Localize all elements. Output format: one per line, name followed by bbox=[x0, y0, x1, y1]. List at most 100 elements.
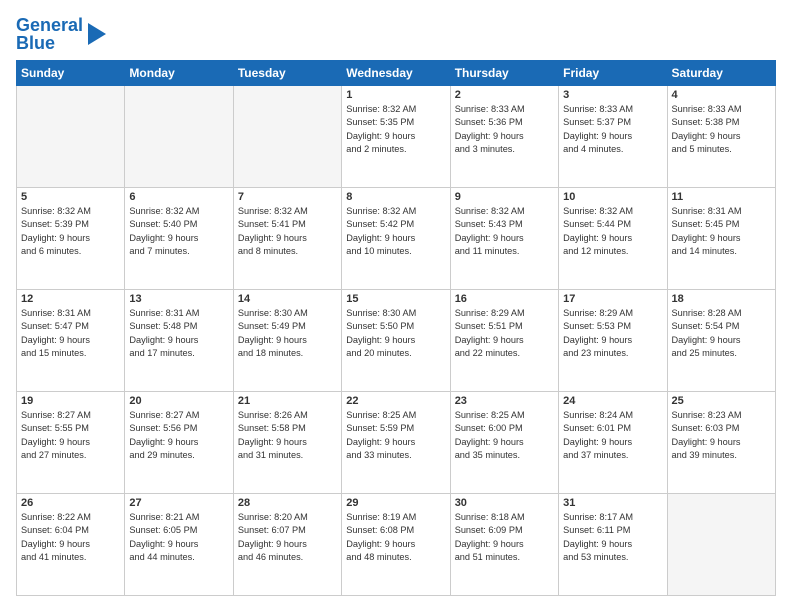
calendar-cell bbox=[17, 86, 125, 188]
day-number: 16 bbox=[455, 293, 554, 305]
day-info: Sunrise: 8:28 AM Sunset: 5:54 PM Dayligh… bbox=[672, 307, 771, 360]
calendar-cell: 19 Sunrise: 8:27 AM Sunset: 5:55 PM Dayli… bbox=[17, 392, 125, 494]
calendar-cell: 17 Sunrise: 8:29 AM Sunset: 5:53 PM Dayli… bbox=[559, 290, 667, 392]
day-number: 23 bbox=[455, 395, 554, 407]
calendar-cell: 10 Sunrise: 8:32 AM Sunset: 5:44 PM Dayli… bbox=[559, 188, 667, 290]
day-info: Sunrise: 8:32 AM Sunset: 5:44 PM Dayligh… bbox=[563, 205, 662, 258]
day-number: 7 bbox=[238, 191, 337, 203]
calendar-cell: 8 Sunrise: 8:32 AM Sunset: 5:42 PM Daylig… bbox=[342, 188, 450, 290]
day-info: Sunrise: 8:32 AM Sunset: 5:42 PM Dayligh… bbox=[346, 205, 445, 258]
day-number: 15 bbox=[346, 293, 445, 305]
calendar-cell: 30 Sunrise: 8:18 AM Sunset: 6:09 PM Dayli… bbox=[450, 494, 558, 596]
calendar-cell: 5Sunrise: 8:32 AM Sunset: 5:39 PM Daylig… bbox=[17, 188, 125, 290]
day-number: 31 bbox=[563, 497, 662, 509]
calendar-cell: 23Sunrise: 8:25 AM Sunset: 6:00 PM Dayli… bbox=[450, 392, 558, 494]
calendar-cell: 29 Sunrise: 8:19 AM Sunset: 6:08 PM Dayli… bbox=[342, 494, 450, 596]
day-info: Sunrise: 8:27 AM Sunset: 5:55 PM Dayligh… bbox=[21, 409, 120, 462]
day-number: 25 bbox=[672, 395, 771, 407]
day-number: 30 bbox=[455, 497, 554, 509]
calendar-cell: 6Sunrise: 8:32 AM Sunset: 5:40 PM Daylig… bbox=[125, 188, 233, 290]
weekday-header-wednesday: Wednesday bbox=[342, 61, 450, 86]
calendar-cell: 3 Sunrise: 8:33 AM Sunset: 5:37 PM Daylig… bbox=[559, 86, 667, 188]
day-info: Sunrise: 8:29 AM Sunset: 5:51 PM Dayligh… bbox=[455, 307, 554, 360]
calendar-cell bbox=[667, 494, 775, 596]
day-info: Sunrise: 8:30 AM Sunset: 5:50 PM Dayligh… bbox=[346, 307, 445, 360]
calendar-table: SundayMondayTuesdayWednesdayThursdayFrid… bbox=[16, 60, 776, 596]
day-number: 14 bbox=[238, 293, 337, 305]
day-number: 13 bbox=[129, 293, 228, 305]
day-number: 24 bbox=[563, 395, 662, 407]
day-number: 20 bbox=[129, 395, 228, 407]
weekday-header-friday: Friday bbox=[559, 61, 667, 86]
day-info: Sunrise: 8:27 AM Sunset: 5:56 PM Dayligh… bbox=[129, 409, 228, 462]
day-number: 17 bbox=[563, 293, 662, 305]
weekday-header-row: SundayMondayTuesdayWednesdayThursdayFrid… bbox=[17, 61, 776, 86]
calendar-cell: 1Sunrise: 8:32 AM Sunset: 5:35 PM Daylig… bbox=[342, 86, 450, 188]
calendar-cell: 24 Sunrise: 8:24 AM Sunset: 6:01 PM Dayli… bbox=[559, 392, 667, 494]
day-info: Sunrise: 8:25 AM Sunset: 5:59 PM Dayligh… bbox=[346, 409, 445, 462]
day-number: 2 bbox=[455, 89, 554, 101]
day-info: Sunrise: 8:31 AM Sunset: 5:48 PM Dayligh… bbox=[129, 307, 228, 360]
day-info: Sunrise: 8:30 AM Sunset: 5:49 PM Dayligh… bbox=[238, 307, 337, 360]
day-info: Sunrise: 8:33 AM Sunset: 5:36 PM Dayligh… bbox=[455, 103, 554, 156]
day-info: Sunrise: 8:32 AM Sunset: 5:35 PM Dayligh… bbox=[346, 103, 445, 156]
day-number: 28 bbox=[238, 497, 337, 509]
logo: General Blue bbox=[16, 16, 106, 52]
calendar-cell: 15 Sunrise: 8:30 AM Sunset: 5:50 PM Dayli… bbox=[342, 290, 450, 392]
calendar-cell: 22 Sunrise: 8:25 AM Sunset: 5:59 PM Dayli… bbox=[342, 392, 450, 494]
calendar-cell: 13 Sunrise: 8:31 AM Sunset: 5:48 PM Dayli… bbox=[125, 290, 233, 392]
day-number: 3 bbox=[563, 89, 662, 101]
calendar-cell bbox=[125, 86, 233, 188]
calendar-cell: 18 Sunrise: 8:28 AM Sunset: 5:54 PM Dayli… bbox=[667, 290, 775, 392]
calendar-cell: 27Sunrise: 8:21 AM Sunset: 6:05 PM Dayli… bbox=[125, 494, 233, 596]
logo-text: General Blue bbox=[16, 16, 83, 52]
weekday-header-thursday: Thursday bbox=[450, 61, 558, 86]
header: General Blue bbox=[16, 16, 776, 52]
calendar-cell: 25Sunrise: 8:23 AM Sunset: 6:03 PM Dayli… bbox=[667, 392, 775, 494]
calendar-cell: 28 Sunrise: 8:20 AM Sunset: 6:07 PM Dayli… bbox=[233, 494, 341, 596]
day-info: Sunrise: 8:26 AM Sunset: 5:58 PM Dayligh… bbox=[238, 409, 337, 462]
day-number: 27 bbox=[129, 497, 228, 509]
week-row-4: 26Sunrise: 8:22 AM Sunset: 6:04 PM Dayli… bbox=[17, 494, 776, 596]
calendar-cell: 4 Sunrise: 8:33 AM Sunset: 5:38 PM Daylig… bbox=[667, 86, 775, 188]
calendar-cell: 14 Sunrise: 8:30 AM Sunset: 5:49 PM Dayli… bbox=[233, 290, 341, 392]
weekday-header-tuesday: Tuesday bbox=[233, 61, 341, 86]
day-number: 12 bbox=[21, 293, 120, 305]
week-row-2: 12 Sunrise: 8:31 AM Sunset: 5:47 PM Dayli… bbox=[17, 290, 776, 392]
day-info: Sunrise: 8:33 AM Sunset: 5:37 PM Dayligh… bbox=[563, 103, 662, 156]
day-number: 29 bbox=[346, 497, 445, 509]
day-info: Sunrise: 8:33 AM Sunset: 5:38 PM Dayligh… bbox=[672, 103, 771, 156]
day-number: 8 bbox=[346, 191, 445, 203]
day-info: Sunrise: 8:31 AM Sunset: 5:45 PM Dayligh… bbox=[672, 205, 771, 258]
week-row-0: 1Sunrise: 8:32 AM Sunset: 5:35 PM Daylig… bbox=[17, 86, 776, 188]
day-number: 10 bbox=[563, 191, 662, 203]
day-number: 11 bbox=[672, 191, 771, 203]
day-number: 22 bbox=[346, 395, 445, 407]
day-number: 5 bbox=[21, 191, 120, 203]
calendar-cell: 31Sunrise: 8:17 AM Sunset: 6:11 PM Dayli… bbox=[559, 494, 667, 596]
weekday-header-monday: Monday bbox=[125, 61, 233, 86]
day-info: Sunrise: 8:29 AM Sunset: 5:53 PM Dayligh… bbox=[563, 307, 662, 360]
calendar-cell: 11 Sunrise: 8:31 AM Sunset: 5:45 PM Dayli… bbox=[667, 188, 775, 290]
week-row-3: 19 Sunrise: 8:27 AM Sunset: 5:55 PM Dayli… bbox=[17, 392, 776, 494]
calendar-cell: 20 Sunrise: 8:27 AM Sunset: 5:56 PM Dayli… bbox=[125, 392, 233, 494]
page: General Blue SundayMondayTuesdayWednesda… bbox=[0, 0, 792, 612]
calendar-cell: 16 Sunrise: 8:29 AM Sunset: 5:51 PM Dayli… bbox=[450, 290, 558, 392]
calendar-cell: 26Sunrise: 8:22 AM Sunset: 6:04 PM Dayli… bbox=[17, 494, 125, 596]
day-number: 6 bbox=[129, 191, 228, 203]
calendar-cell: 12 Sunrise: 8:31 AM Sunset: 5:47 PM Dayli… bbox=[17, 290, 125, 392]
day-info: Sunrise: 8:20 AM Sunset: 6:07 PM Dayligh… bbox=[238, 511, 337, 564]
day-info: Sunrise: 8:18 AM Sunset: 6:09 PM Dayligh… bbox=[455, 511, 554, 564]
logo-general: General bbox=[16, 15, 83, 35]
day-number: 19 bbox=[21, 395, 120, 407]
day-number: 4 bbox=[672, 89, 771, 101]
calendar-cell: 2 Sunrise: 8:33 AM Sunset: 5:36 PM Daylig… bbox=[450, 86, 558, 188]
day-info: Sunrise: 8:19 AM Sunset: 6:08 PM Dayligh… bbox=[346, 511, 445, 564]
day-info: Sunrise: 8:24 AM Sunset: 6:01 PM Dayligh… bbox=[563, 409, 662, 462]
day-info: Sunrise: 8:32 AM Sunset: 5:41 PM Dayligh… bbox=[238, 205, 337, 258]
day-number: 21 bbox=[238, 395, 337, 407]
weekday-header-sunday: Sunday bbox=[17, 61, 125, 86]
calendar-cell bbox=[233, 86, 341, 188]
day-info: Sunrise: 8:31 AM Sunset: 5:47 PM Dayligh… bbox=[21, 307, 120, 360]
day-number: 18 bbox=[672, 293, 771, 305]
